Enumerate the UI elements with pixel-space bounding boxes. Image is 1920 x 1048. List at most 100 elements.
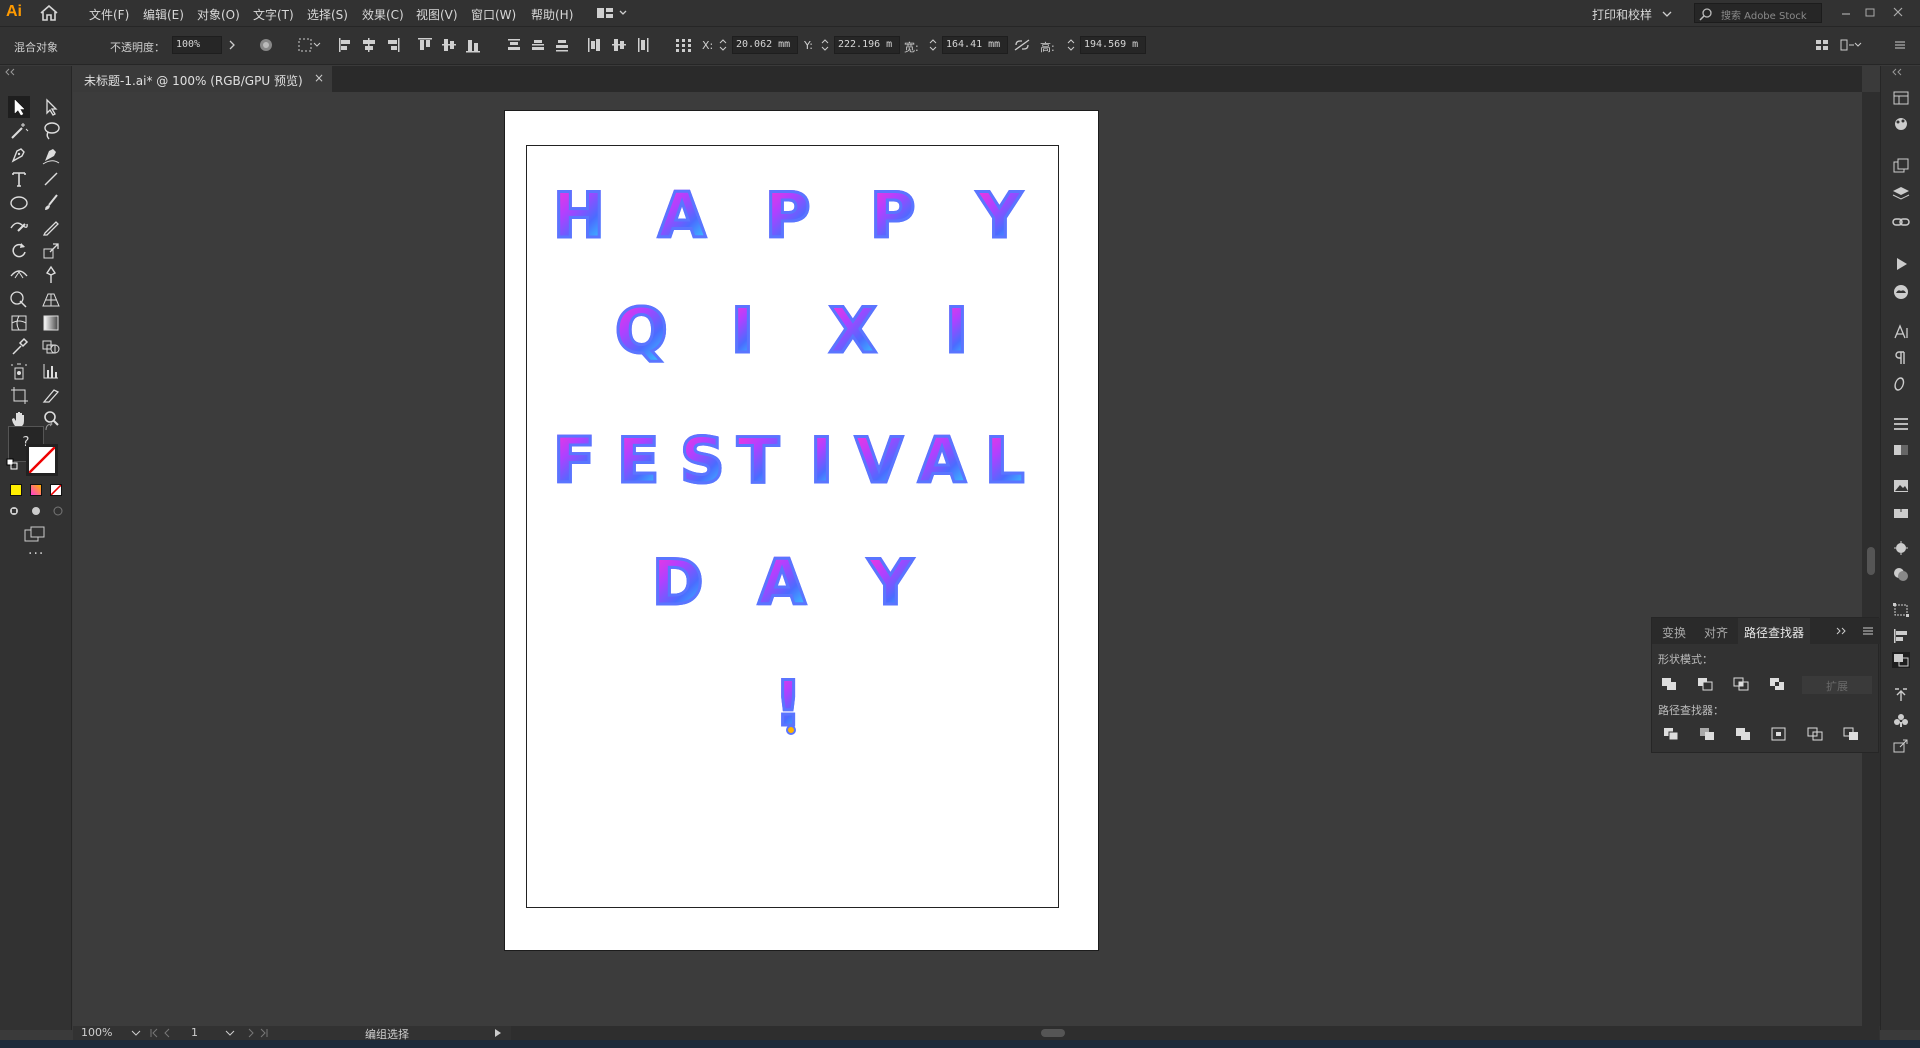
- panel-menu-icon[interactable]: [1892, 38, 1908, 52]
- artwork-letter[interactable]: A: [917, 428, 968, 493]
- outline-icon[interactable]: [1806, 726, 1824, 742]
- width-tool[interactable]: [8, 264, 30, 286]
- menu-select[interactable]: 选择(S): [307, 6, 348, 23]
- stepper-icon[interactable]: [1066, 38, 1076, 52]
- collapse-panel-icon[interactable]: [4, 68, 16, 76]
- character-icon[interactable]: [1892, 324, 1910, 340]
- paintbrush-tool[interactable]: [40, 192, 62, 214]
- artwork-letter[interactable]: S: [679, 428, 727, 493]
- scale-tool[interactable]: [40, 240, 62, 262]
- artwork-letter[interactable]: I: [808, 428, 834, 493]
- isolate-icon[interactable]: [1840, 38, 1862, 52]
- ellipse-tool[interactable]: [8, 192, 30, 214]
- width-input[interactable]: 164.41 mm: [942, 36, 1008, 54]
- lasso-tool[interactable]: [40, 120, 62, 142]
- double-chevron-right-icon[interactable]: [1836, 627, 1848, 635]
- graphic-styles-icon[interactable]: [1892, 566, 1910, 582]
- align-to-selection-icon[interactable]: [298, 38, 322, 52]
- constrain-proportions-icon[interactable]: [1013, 38, 1031, 52]
- menu-help[interactable]: 帮助(H): [531, 6, 573, 23]
- expand-panels-icon[interactable]: [1892, 68, 1910, 76]
- artwork-letter[interactable]: Y: [867, 550, 915, 615]
- artwork-letter[interactable]: P: [868, 183, 916, 248]
- align-icon[interactable]: [1892, 628, 1910, 644]
- artwork-letter[interactable]: I: [729, 298, 755, 363]
- minus-back-icon[interactable]: [1842, 726, 1860, 742]
- next-last-artboard-icons[interactable]: [243, 1028, 269, 1038]
- artwork-letter[interactable]: Y: [976, 183, 1024, 248]
- magic-wand-tool[interactable]: [8, 120, 30, 142]
- layers-icon[interactable]: [1892, 186, 1910, 202]
- artwork-letter[interactable]: A: [657, 183, 708, 248]
- menu-type[interactable]: 文字(T): [253, 6, 294, 23]
- tab-align[interactable]: 对齐: [1704, 624, 1728, 641]
- rotate-tool[interactable]: [8, 240, 30, 262]
- scrollbar-thumb[interactable]: [1041, 1029, 1065, 1037]
- export-icon[interactable]: [1892, 738, 1910, 754]
- first-previous-artboard-icons[interactable]: [149, 1028, 175, 1038]
- links-icon[interactable]: [1892, 214, 1910, 230]
- stepper-icon[interactable]: [928, 38, 938, 52]
- intersect-icon[interactable]: [1732, 676, 1750, 692]
- artboard-number[interactable]: 1: [191, 1026, 198, 1039]
- height-input[interactable]: 194.569 m: [1080, 36, 1146, 54]
- stock-search-box[interactable]: 搜索 Adobe Stock: [1694, 3, 1822, 23]
- pen-tool[interactable]: [8, 144, 30, 166]
- gradient-panel-icon[interactable]: [1892, 442, 1910, 458]
- opentype-icon[interactable]: [1892, 376, 1910, 392]
- scrollbar-thumb[interactable]: [1867, 547, 1875, 575]
- pathfinder-icon[interactable]: [1892, 652, 1910, 668]
- none-mode-button[interactable]: [50, 484, 62, 496]
- cc-libraries-icon[interactable]: [1892, 686, 1910, 702]
- artwork-letter[interactable]: E: [615, 428, 660, 493]
- menu-window[interactable]: 窗口(W): [471, 6, 516, 23]
- tab-transform[interactable]: 变换: [1662, 624, 1686, 641]
- artwork-letter[interactable]: L: [984, 428, 1026, 493]
- artwork-letter[interactable]: F: [551, 428, 596, 493]
- stepper-icon[interactable]: [718, 38, 728, 52]
- chevron-down-icon[interactable]: [1662, 10, 1672, 18]
- gradient-mode-button[interactable]: [30, 484, 42, 496]
- divide-icon[interactable]: [1662, 726, 1680, 742]
- anchor-point[interactable]: [786, 725, 796, 735]
- trim-icon[interactable]: [1698, 726, 1716, 742]
- y-input[interactable]: 222.196 m: [834, 36, 900, 54]
- selection-tool[interactable]: [8, 96, 30, 118]
- artboards-icon[interactable]: [1892, 158, 1910, 174]
- libraries-icon[interactable]: [1892, 90, 1910, 106]
- default-colors-icon[interactable]: [6, 458, 18, 470]
- gradient-tool[interactable]: [40, 312, 62, 334]
- artwork-letter[interactable]: I: [943, 298, 969, 363]
- chevron-right-icon[interactable]: [224, 38, 240, 52]
- stroke-swatch[interactable]: [26, 444, 58, 476]
- image-trace-icon[interactable]: [1892, 478, 1910, 494]
- artboard-tool[interactable]: [8, 384, 30, 406]
- artwork-letter[interactable]: A: [757, 550, 808, 615]
- puppet-warp-tool[interactable]: [40, 264, 62, 286]
- menu-file[interactable]: 文件(F): [89, 6, 129, 23]
- workspace-switcher[interactable]: 打印和校样: [1592, 6, 1652, 23]
- artwork-letter[interactable]: D: [650, 550, 704, 615]
- artwork-letter[interactable]: X: [828, 298, 879, 363]
- screen-mode-icon[interactable]: [24, 526, 46, 544]
- shaper-tool[interactable]: [8, 216, 30, 238]
- stroke-icon[interactable]: [1892, 416, 1910, 432]
- artwork-letter[interactable]: T: [735, 428, 780, 493]
- blend-tool[interactable]: [40, 336, 62, 358]
- artwork-frame[interactable]: [526, 145, 1059, 908]
- artwork-letter[interactable]: V: [854, 428, 905, 493]
- pencil-tool[interactable]: [40, 216, 62, 238]
- shape-builder-tool[interactable]: [8, 288, 30, 310]
- actions-play-icon[interactable]: [1892, 256, 1910, 272]
- type-tool[interactable]: [8, 168, 30, 190]
- menu-object[interactable]: 对象(O): [197, 6, 240, 23]
- x-input[interactable]: 20.062 mm: [732, 36, 798, 54]
- swap-fill-stroke-icon[interactable]: [44, 422, 54, 432]
- appearance-icon[interactable]: [1892, 540, 1910, 556]
- perspective-grid-tool[interactable]: [40, 288, 62, 310]
- mesh-tool[interactable]: [8, 312, 30, 334]
- eyedropper-tool[interactable]: [8, 336, 30, 358]
- crop-icon[interactable]: [1770, 726, 1788, 742]
- exclude-icon[interactable]: [1768, 676, 1786, 692]
- column-graph-tool[interactable]: [40, 360, 62, 382]
